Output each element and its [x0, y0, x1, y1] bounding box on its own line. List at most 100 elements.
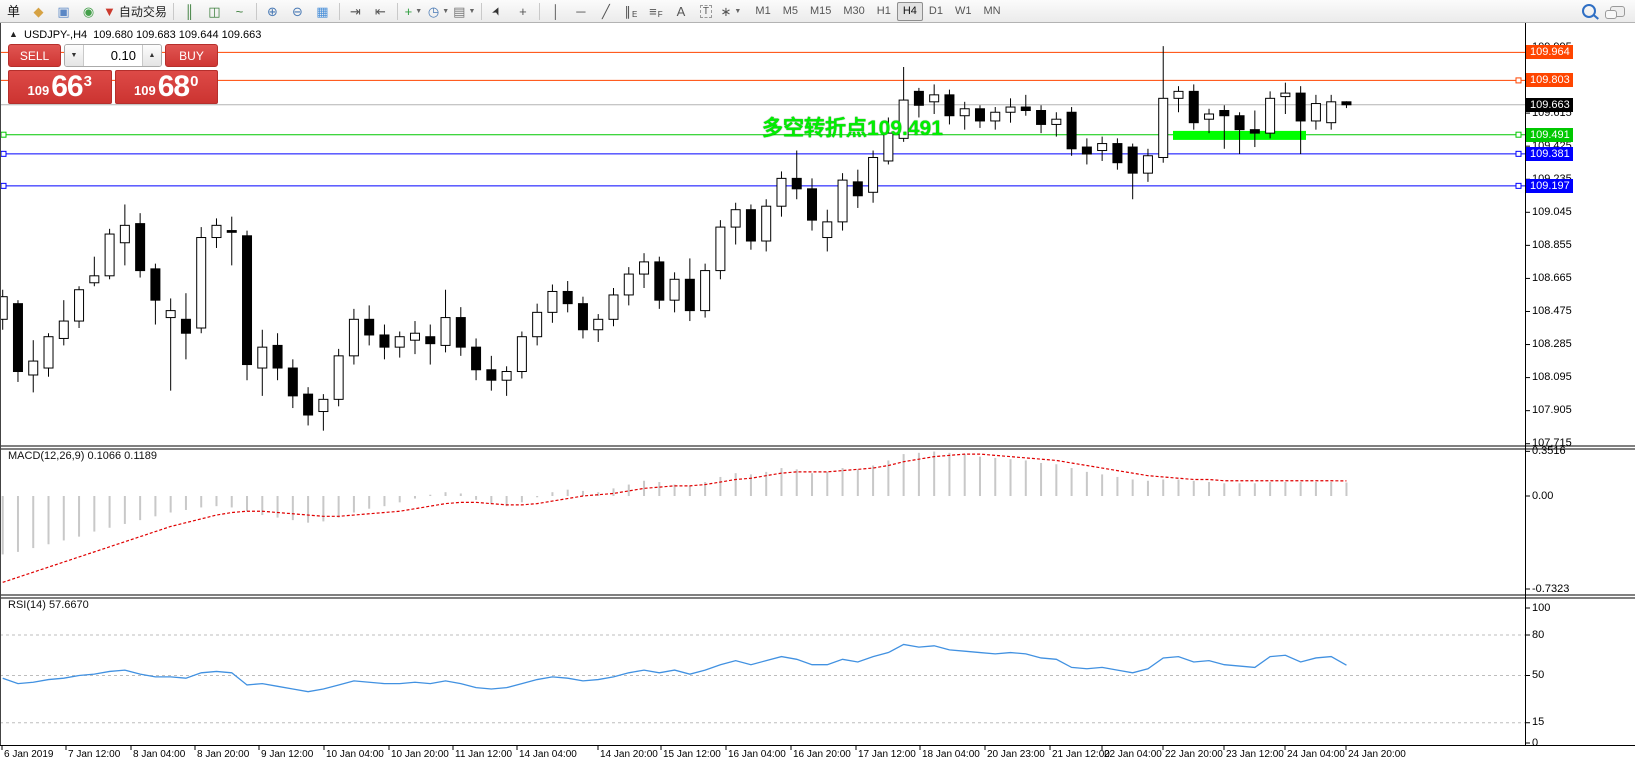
templates-button[interactable]: ▤▼	[451, 2, 477, 21]
fibonacci-button[interactable]: ≡F	[643, 2, 668, 21]
timeframe-toolbar: M1M5M15M30H1H4D1W1MN	[749, 2, 1006, 21]
volume-increase-button[interactable]: ▲	[142, 45, 161, 66]
horizontal-line-button[interactable]: ─	[568, 2, 593, 21]
buy-button[interactable]: BUY	[165, 44, 218, 67]
line-chart-icon: ~	[236, 2, 244, 21]
trade-panel-toggle[interactable]: ▲	[9, 29, 18, 39]
sell-button[interactable]: SELL	[8, 44, 61, 67]
zoom-out-icon: ⊖	[292, 2, 303, 21]
text-icon: A	[677, 2, 686, 21]
search-icon[interactable]	[1582, 4, 1596, 18]
candlestick-chart-button[interactable]: ◫	[202, 2, 227, 21]
toolbar-separator	[339, 3, 340, 20]
new-order-button[interactable]: 单	[1, 2, 26, 21]
time-tick: 8 Jan 20:00	[197, 749, 249, 760]
chevron-down-icon[interactable]: ▼	[442, 8, 449, 15]
shapes-icon: ∗	[720, 2, 731, 21]
price-line-tag[interactable]: 109.197	[1526, 179, 1573, 193]
time-tick: 11 Jan 12:00	[455, 749, 512, 760]
buy-price-box[interactable]: 109 68 0	[115, 70, 219, 104]
vertical-line-icon: │	[552, 2, 560, 21]
autotrading-button[interactable]: ▼自动交易	[101, 2, 169, 21]
chart-shift-button[interactable]: ⇥	[343, 2, 368, 21]
price-line-tag[interactable]: 109.803	[1526, 73, 1573, 87]
buy-price-integer: 109	[134, 83, 156, 98]
chart-shift-icon: ⇥	[350, 2, 361, 21]
price-tick: 108.475	[1532, 305, 1572, 317]
chat-icon[interactable]	[1610, 6, 1625, 17]
rsi-scale-tick: 100	[1532, 602, 1550, 614]
periods-button[interactable]: ◷▼	[426, 2, 451, 21]
trendline-button[interactable]: ╱	[593, 2, 618, 21]
bar-chart-button[interactable]: ║	[177, 2, 202, 21]
macd-scale-tick: -0.7323	[1532, 583, 1569, 595]
indicators-icon: +	[405, 2, 413, 21]
time-tick: 10 Jan 04:00	[326, 749, 384, 760]
auto-scroll-button[interactable]: ⇤	[368, 2, 393, 21]
price-tick: 109.045	[1532, 206, 1572, 218]
vertical-line-button[interactable]: │	[543, 2, 568, 21]
auto-scroll-icon: ⇤	[375, 2, 386, 21]
toolbar-separator	[397, 3, 398, 20]
timeframe-m15[interactable]: M15	[804, 2, 837, 21]
timeframe-m5[interactable]: M5	[777, 2, 804, 21]
channel-button[interactable]: ∥E	[618, 2, 643, 21]
volume-decrease-button[interactable]: ▼	[65, 45, 84, 66]
toolbar-right	[1582, 4, 1625, 18]
volume-stepper: ▼ 0.10 ▲	[64, 44, 162, 67]
buy-price-point: 0	[190, 73, 198, 90]
tile-windows-button[interactable]: ▦	[310, 2, 335, 21]
text-button[interactable]: A	[668, 2, 693, 21]
icon-subscript: F	[658, 10, 663, 19]
time-tick: 24 Jan 20:00	[1348, 749, 1406, 760]
label-button[interactable]: T	[693, 2, 718, 21]
timeframe-mn[interactable]: MN	[977, 2, 1006, 21]
autotrading-button-label: 自动交易	[119, 3, 167, 20]
mt4-window: 单◆▣◉▼自动交易║◫~⊕⊖▦⇥⇤+▼◷▼▤▼➤+│─╱∥E≡FAT∗▼ M1M…	[0, 0, 1635, 763]
profiles-icon[interactable]: ▣	[51, 2, 76, 21]
time-tick: 7 Jan 12:00	[68, 749, 120, 760]
new-chart-icon[interactable]: ◆	[26, 2, 51, 21]
timeframe-h1[interactable]: H1	[871, 2, 897, 21]
rsi-scale-tick: 0	[1532, 737, 1538, 749]
trendline-icon: ╱	[602, 2, 610, 21]
sell-price-integer: 109	[28, 83, 50, 98]
price-line-tag[interactable]: 109.381	[1526, 147, 1573, 161]
timeframe-w1[interactable]: W1	[949, 2, 978, 21]
crosshair-button[interactable]: +	[510, 2, 535, 21]
channel-icon: ∥	[624, 2, 631, 21]
price-line-tag[interactable]: 109.491	[1526, 128, 1573, 142]
shapes-button[interactable]: ∗▼	[718, 2, 743, 21]
horizontal-line-icon: ─	[576, 2, 585, 21]
toolbar-separator	[481, 3, 482, 20]
timeframe-m1[interactable]: M1	[749, 2, 776, 21]
timeframe-d1[interactable]: D1	[923, 2, 949, 21]
turning-point-annotation[interactable]: 多空转折点109.491	[762, 112, 943, 142]
volume-value[interactable]: 0.10	[84, 45, 142, 66]
sell-price-box[interactable]: 109 66 3	[8, 70, 112, 104]
rsi-scale-tick: 15	[1532, 716, 1544, 728]
line-chart-button[interactable]: ~	[227, 2, 252, 21]
chevron-down-icon[interactable]: ▼	[415, 8, 422, 15]
price-line-tag[interactable]: 109.663	[1526, 98, 1573, 112]
timeframe-m30[interactable]: M30	[837, 2, 870, 21]
cursor-button[interactable]: ➤	[485, 2, 510, 21]
sell-price-point: 3	[84, 73, 92, 90]
new-chart-icon-icon: ◆	[34, 2, 44, 21]
price-line-tag[interactable]: 109.964	[1526, 45, 1573, 59]
chevron-down-icon[interactable]: ▼	[468, 8, 475, 15]
time-tick: 22 Jan 20:00	[1165, 749, 1223, 760]
bar-chart-icon: ║	[185, 2, 194, 21]
chevron-down-icon[interactable]: ▼	[734, 8, 741, 15]
fibonacci-icon: ≡	[649, 2, 657, 21]
zoom-out-button[interactable]: ⊖	[285, 2, 310, 21]
zoom-in-button[interactable]: ⊕	[260, 2, 285, 21]
crosshair-icon: +	[519, 2, 527, 21]
indicators-button[interactable]: +▼	[401, 2, 426, 21]
timeframe-h4[interactable]: H4	[897, 2, 923, 21]
time-tick: 15 Jan 12:00	[663, 749, 721, 760]
time-tick: 18 Jan 04:00	[922, 749, 980, 760]
time-tick: 17 Jan 12:00	[858, 749, 916, 760]
signals-icon[interactable]: ◉	[76, 2, 101, 21]
icon-subscript: E	[632, 10, 637, 19]
